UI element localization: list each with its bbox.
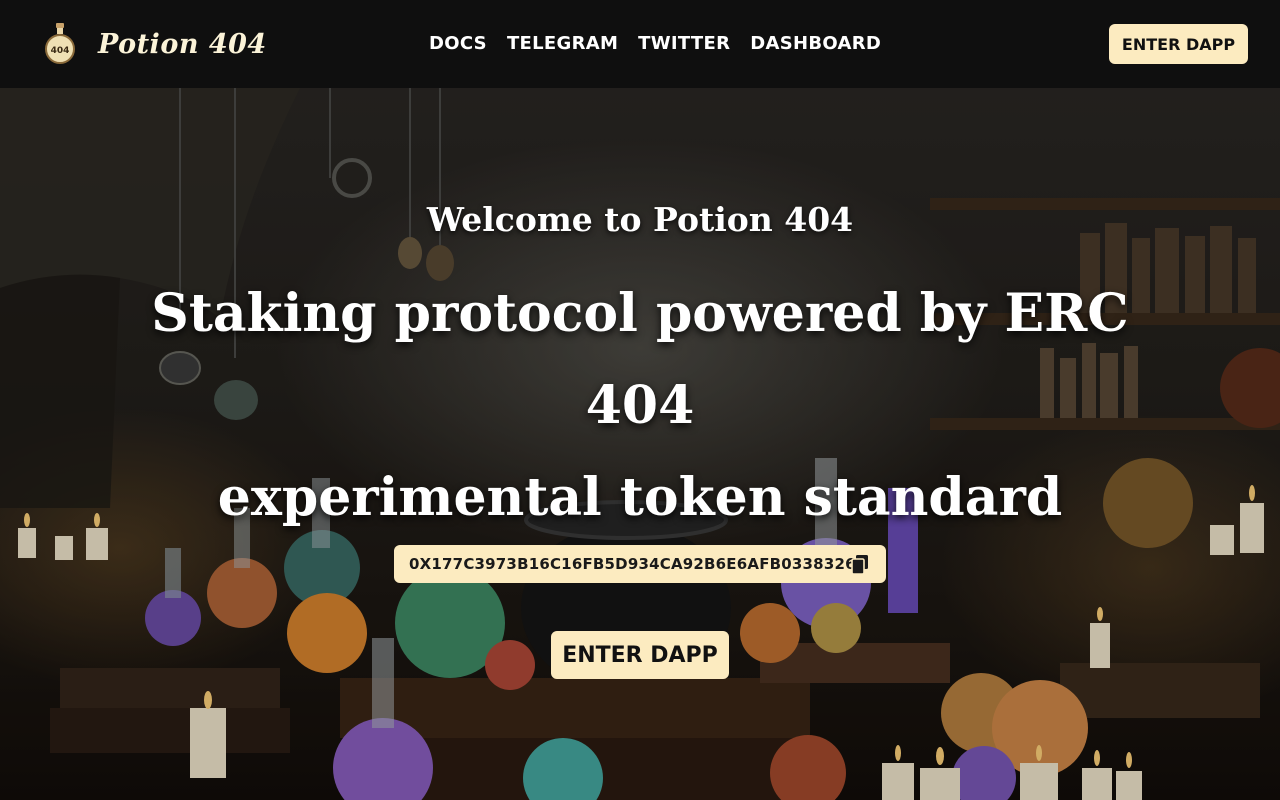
nav-dashboard[interactable]: DASHBOARD (750, 32, 881, 56)
nav-docs[interactable]: DOCS (429, 32, 487, 56)
contract-address-copy[interactable]: 0X177C3973B16C16FB5D934CA92B6E6AFB033832… (394, 545, 886, 583)
welcome-heading: Welcome to Potion 404 (426, 200, 854, 239)
hero-headline: Staking protocol powered by ERC 404 expe… (120, 268, 1160, 544)
hero-enter-dapp-button[interactable]: ENTER DAPP (551, 631, 729, 679)
nav-twitter[interactable]: TWITTER (638, 32, 730, 56)
nav-telegram[interactable]: TELEGRAM (507, 32, 618, 56)
hero-section: Welcome to Potion 404 Staking protocol p… (0, 88, 1280, 800)
logo-text: 404 (51, 46, 70, 56)
headline-line-2: experimental token standard (217, 467, 1063, 528)
contract-address: 0X177C3973B16C16FB5D934CA92B6E6AFB033832… (409, 555, 867, 573)
main-nav: DOCS TELEGRAM TWITTER DASHBOARD (429, 32, 881, 56)
headline-line-1: Staking protocol powered by ERC 404 (151, 283, 1129, 436)
brand[interactable]: 404 Potion 404 (44, 22, 267, 66)
brand-name: Potion 404 (98, 28, 267, 60)
top-navbar: 404 Potion 404 DOCS TELEGRAM TWITTER DAS… (0, 0, 1280, 88)
copy-icon[interactable] (851, 555, 869, 574)
header-enter-dapp-button[interactable]: ENTER DAPP (1109, 24, 1248, 64)
potion-bottle-icon: 404 (45, 23, 75, 64)
